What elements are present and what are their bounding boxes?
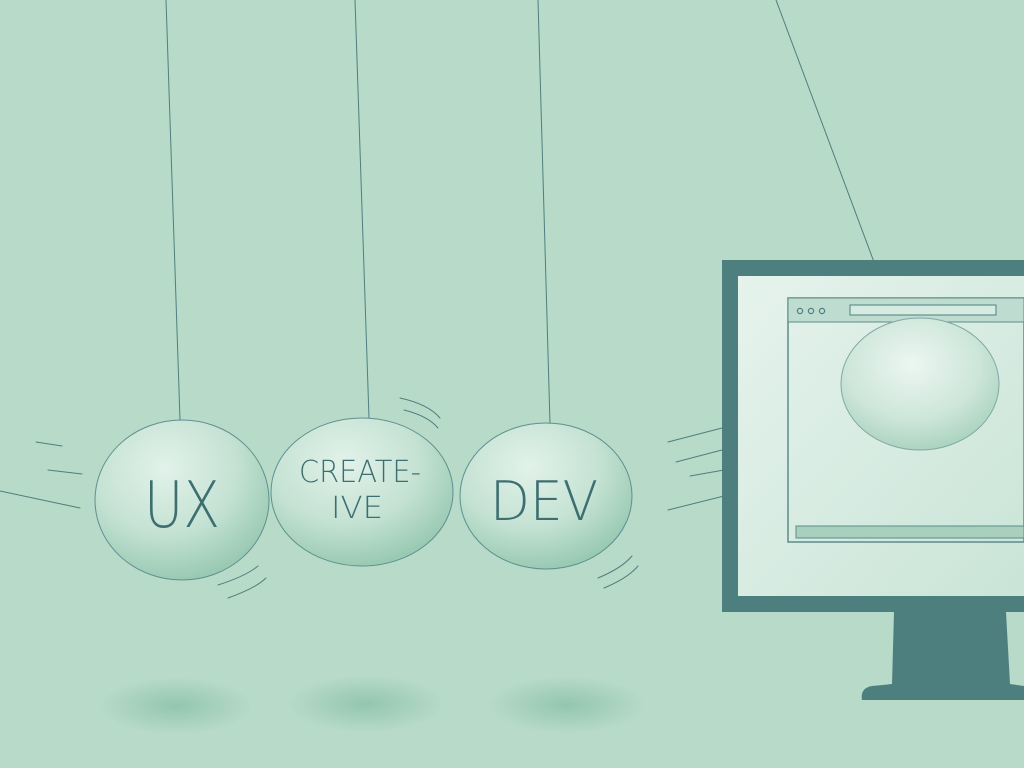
- ball-shadows: [100, 676, 645, 734]
- ball-label-create-ive-line1: CREATE-: [299, 455, 421, 490]
- shadow-dev: [489, 677, 645, 733]
- string-monitor: [775, 0, 875, 263]
- ball-dev: DEV: [459, 422, 633, 570]
- screen-ball: [840, 317, 1000, 451]
- monitor-stand: [861, 612, 1024, 700]
- ball-label-create-ive-line2: IVE: [331, 491, 383, 526]
- newtons-cradle-illustration: UX CREATE- IVE DEV: [0, 0, 1024, 768]
- shadow-create-ive: [288, 676, 444, 732]
- string-ux: [165, 0, 181, 421]
- ball-create-ive: CREATE- IVE: [270, 417, 454, 567]
- browser-footer-bar: [795, 525, 1024, 539]
- ball-label-ux: UX: [144, 469, 220, 543]
- shadow-ux: [100, 678, 252, 734]
- string-create-ive: [354, 0, 370, 419]
- monitor: [722, 260, 1024, 700]
- browser-address-bar: [849, 304, 997, 316]
- string-dev: [537, 0, 551, 425]
- illustration-canvas: UX CREATE- IVE DEV: [0, 0, 1024, 734]
- ball-label-dev: DEV: [490, 470, 598, 533]
- ball-ux: UX: [94, 419, 270, 581]
